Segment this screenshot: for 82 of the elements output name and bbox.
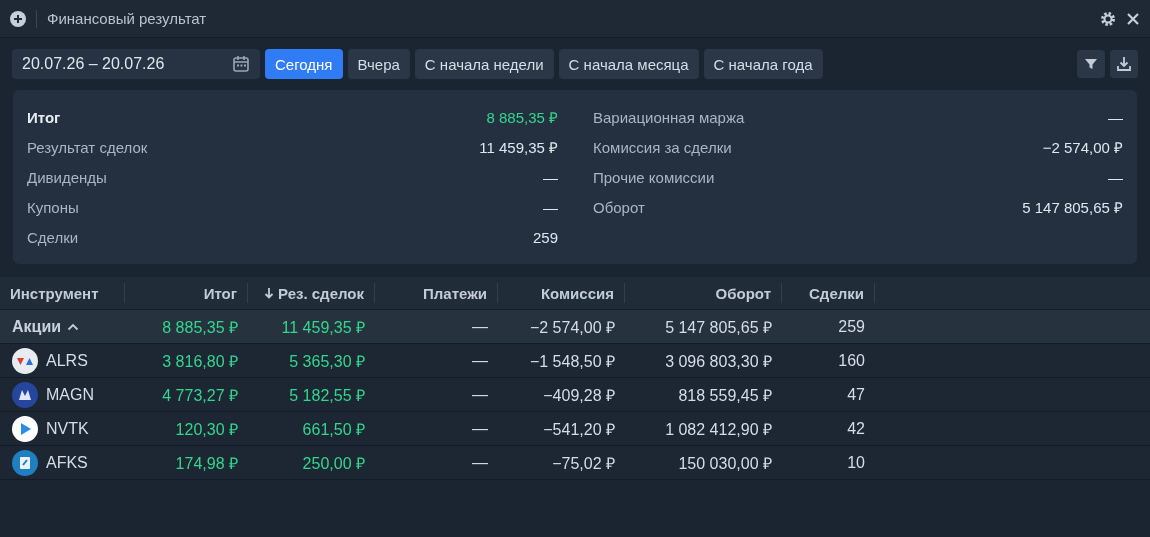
table-cell-text: 160 [837,351,866,370]
download-button[interactable] [1110,50,1138,78]
summary-label: Сделки [27,228,79,246]
download-icon [1116,56,1132,72]
period-button[interactable]: С начала года [703,49,823,79]
table-cell-text: — [471,317,489,336]
column-header[interactable]: Сделки [782,283,875,303]
column-header[interactable]: Инструмент [0,283,125,303]
logo-icon [12,347,38,374]
table-cell-text: 3 816,80 ₽ [161,351,239,372]
table-cell-text: −541,20 ₽ [542,419,616,440]
logo-icon [12,381,38,408]
instrument-name: MAGN [46,385,94,404]
add-icon[interactable] [10,10,26,27]
table-cell-text: 174,98 ₽ [174,453,239,474]
summary-label: Итог [27,108,61,126]
calendar-icon[interactable] [232,55,250,73]
table-cell-text: 5 182,55 ₽ [288,385,366,406]
table-cell-text: 120,30 ₽ [174,419,239,440]
summary-value: — [1108,108,1123,126]
table-cell-text: — [471,453,489,472]
logo-icon [12,415,38,442]
table-cell-text: −1 548,50 ₽ [528,351,616,372]
summary-value: 5 147 805,65 ₽ [1022,198,1123,217]
close-icon[interactable] [1126,11,1140,26]
column-header[interactable]: Рез. сделок [248,283,375,303]
period-button[interactable]: С начала месяца [558,49,699,79]
table-cell-text: 818 559,45 ₽ [677,385,773,406]
summary-label: Дивиденды [27,168,107,186]
summary-value: −2 574,00 ₽ [1042,138,1123,157]
summary-value: 259 [532,228,558,246]
period-button[interactable]: Вчера [347,49,410,79]
column-header[interactable]: Итог [125,283,248,303]
window-title: Финансовый результат [47,10,208,27]
column-header[interactable]: Комиссия [498,283,625,303]
table-cell-text: 5 147 805,65 ₽ [664,317,773,338]
sort-down-icon [264,287,274,299]
table-cell-text: 8 885,35 ₽ [161,317,239,338]
summary-value: 8 885,35 ₽ [486,108,558,127]
table-cell-text: 10 [846,453,866,472]
column-header[interactable]: Платежи [375,283,498,303]
table-cell-text: 250,00 ₽ [301,453,366,474]
table-cell-text: — [471,351,489,370]
settings-icon[interactable] [1100,10,1116,27]
table-cell-text: 47 [846,385,866,404]
instrument-name: NVTK [46,419,89,438]
group-toggle[interactable]: Акции [12,317,80,336]
instrument-name: AFKS [46,453,88,472]
chevron-up-icon [67,322,80,331]
table-cell-text: 150 030,00 ₽ [677,453,773,474]
period-button[interactable]: Сегодня [265,49,343,79]
summary-label: Прочие комиссии [593,168,715,186]
table-cell-text: 259 [837,317,866,336]
table-cell-text: 1 082 412,90 ₽ [664,419,773,440]
period-button[interactable]: С начала недели [414,49,554,79]
summary-value: — [1108,168,1123,186]
table-cell-text: — [471,385,489,404]
table-cell-text: 3 096 803,30 ₽ [664,351,773,372]
table-cell-text: −409,28 ₽ [542,385,616,406]
summary-label: Результат сделок [27,138,148,156]
group-row[interactable]: Акции 8 885,35 ₽ 11 459,35 ₽ — −2 574,00 ₽ 5 147 805,65 ₽ 259 [0,310,1150,344]
table-cell-text: −75,02 ₽ [551,453,616,474]
filter-button[interactable] [1077,50,1105,78]
logo-icon [12,449,38,476]
summary-label: Оборот [593,198,645,216]
table-cell-text: 661,50 ₽ [301,419,366,440]
table-cell-text: 5 365,30 ₽ [288,351,366,372]
column-header[interactable]: Оборот [625,283,782,303]
table-cell-text: −2 574,00 ₽ [528,317,616,338]
table-cell-text: — [471,419,489,438]
date-range-field[interactable]: 20.07.26 – 20.07.26 [12,49,260,79]
summary-label: Вариационная маржа [593,108,745,126]
instrument-name: ALRS [46,351,88,370]
table-cell-text: 11 459,35 ₽ [280,317,366,338]
table-cell-text: 4 773,27 ₽ [161,385,239,406]
filter-icon [1084,57,1098,71]
table-cell-text: 42 [846,419,866,438]
summary-value: — [543,198,558,216]
summary-label: Комиссия за сделки [593,138,732,156]
summary-label: Купоны [27,198,79,216]
summary-value: 11 459,35 ₽ [479,138,558,157]
summary-value: — [543,168,558,186]
